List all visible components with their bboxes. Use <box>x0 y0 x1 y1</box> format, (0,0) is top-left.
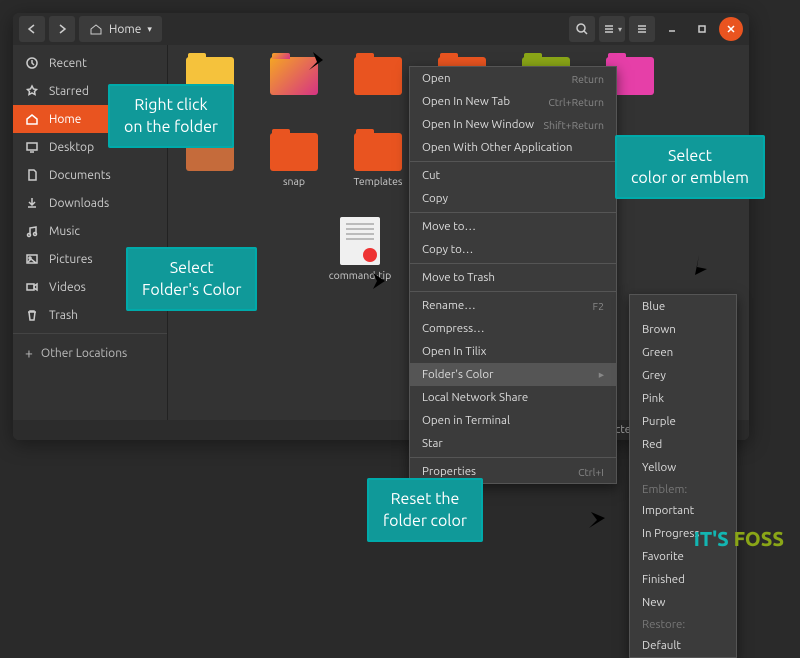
submenu-item[interactable]: Blue <box>630 295 736 318</box>
submenu-item[interactable]: Red <box>630 433 736 456</box>
search-button[interactable] <box>569 16 595 42</box>
forward-button[interactable] <box>49 16 75 42</box>
sidebar-other-locations[interactable]: +Other Locations <box>13 338 167 368</box>
menu-item[interactable]: OpenReturn <box>410 67 616 90</box>
submenu-item[interactable]: Important <box>630 499 736 522</box>
picture-icon <box>25 252 39 266</box>
menu-item[interactable]: Cut <box>410 164 616 187</box>
folder-item[interactable]: snap <box>262 133 326 187</box>
folder-label: Templates <box>354 175 403 187</box>
sidebar-item-recent[interactable]: Recent <box>13 49 167 77</box>
titlebar: Home ▾ ▾ <box>13 13 749 45</box>
minimize-icon <box>665 22 679 36</box>
menu-item[interactable]: Local Network Share <box>410 386 616 409</box>
menu-item[interactable]: Move to… <box>410 215 616 238</box>
menu-item[interactable]: Open in Terminal <box>410 409 616 432</box>
maximize-icon <box>695 22 709 36</box>
arrow-1 <box>258 48 338 98</box>
list-icon <box>602 22 616 36</box>
music-icon <box>25 224 39 238</box>
doc-icon <box>25 168 39 182</box>
brand-logo: IT'S FOSS <box>694 527 784 550</box>
submenu-item[interactable]: Default <box>630 634 736 657</box>
submenu-item[interactable]: Green <box>630 341 736 364</box>
annotation-3: Selectcolor or emblem <box>615 135 765 199</box>
chevron-right-icon <box>55 22 69 36</box>
annotation-2: SelectFolder's Color <box>126 247 257 311</box>
maximize-button[interactable] <box>689 16 715 42</box>
folder-item[interactable] <box>346 57 410 113</box>
home-icon <box>89 22 103 36</box>
back-button[interactable] <box>19 16 45 42</box>
star-icon <box>25 84 39 98</box>
annotation-1: Right clickon the folder <box>108 84 234 148</box>
menu-item[interactable]: Open In New TabCtrl+Return <box>410 90 616 113</box>
search-icon <box>575 22 589 36</box>
close-icon <box>726 24 736 34</box>
menu-item[interactable]: Rename…F2 <box>410 294 616 317</box>
trash-icon <box>25 308 39 322</box>
menu-item[interactable]: Open In New WindowShift+Return <box>410 113 616 136</box>
breadcrumb-label: Home <box>109 23 141 36</box>
submenu-item[interactable]: Pink <box>630 387 736 410</box>
menu-item[interactable]: Compress… <box>410 317 616 340</box>
view-button[interactable]: ▾ <box>599 16 625 42</box>
close-button[interactable] <box>719 17 743 41</box>
menu-item[interactable]: Move to Trash <box>410 266 616 289</box>
submenu-item[interactable]: Purple <box>630 410 736 433</box>
desktop-icon <box>25 140 39 154</box>
submenu-item[interactable]: Brown <box>630 318 736 341</box>
folder-icon <box>354 133 402 171</box>
arrow-3 <box>660 200 730 290</box>
menu-item[interactable]: Open With Other Application <box>410 136 616 159</box>
submenu-item[interactable]: Grey <box>630 364 736 387</box>
folder-icon <box>270 133 318 171</box>
video-icon <box>25 280 39 294</box>
context-menu: OpenReturnOpen In New TabCtrl+ReturnOpen… <box>409 66 617 484</box>
sidebar-item-music[interactable]: Music <box>13 217 167 245</box>
dropdown-icon: ▾ <box>147 24 152 35</box>
document-icon <box>340 217 380 265</box>
sidebar-item-documents[interactable]: Documents <box>13 161 167 189</box>
download-icon <box>25 196 39 210</box>
hamburger-icon <box>635 22 649 36</box>
breadcrumb[interactable]: Home ▾ <box>79 16 162 42</box>
menu-item[interactable]: Copy <box>410 187 616 210</box>
submenu-item[interactable]: Yellow <box>630 456 736 479</box>
submenu-item[interactable]: Finished <box>630 568 736 591</box>
chevron-left-icon <box>25 22 39 36</box>
clock-icon <box>25 56 39 70</box>
menu-item[interactable]: Open In Tilix <box>410 340 616 363</box>
arrow-2 <box>290 266 400 296</box>
folder-label: snap <box>283 175 305 187</box>
folder-icon <box>354 57 402 95</box>
annotation-4: Reset thefolder color <box>367 478 483 542</box>
folder-item[interactable]: Templates <box>346 133 410 187</box>
submenu-item[interactable]: New <box>630 591 736 614</box>
folder-color-submenu: BlueBrownGreenGreyPinkPurpleRedYellowEmb… <box>629 294 737 658</box>
menu-item[interactable]: Folder's Color▸ <box>410 363 616 386</box>
minimize-button[interactable] <box>659 16 685 42</box>
menu-item[interactable]: Copy to… <box>410 238 616 261</box>
home-icon <box>25 112 39 126</box>
sidebar-item-downloads[interactable]: Downloads <box>13 189 167 217</box>
menu-button[interactable] <box>629 16 655 42</box>
arrow-4 <box>500 500 620 540</box>
menu-item[interactable]: Star <box>410 432 616 455</box>
